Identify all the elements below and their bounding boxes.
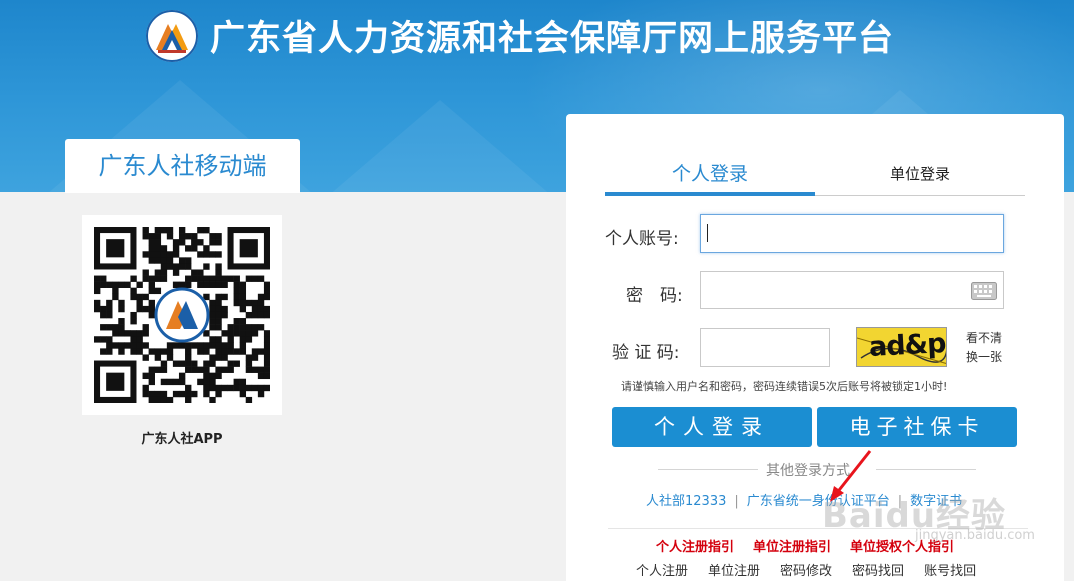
link-mohrss-12333[interactable]: 人社部12333 [646, 494, 726, 509]
guide-unit-register[interactable]: 单位注册指引 [753, 540, 831, 555]
captcha-label: 验 证 码: [612, 343, 680, 363]
account-label: 个人账号: [605, 229, 679, 249]
password-field[interactable] [700, 271, 1004, 309]
password-input[interactable] [701, 272, 1003, 308]
account-field[interactable] [700, 214, 1004, 253]
account-input[interactable] [701, 215, 1003, 252]
site-logo[interactable] [146, 10, 198, 62]
login-tabs: 个人登录 单位登录 [605, 158, 1025, 196]
captcha-input[interactable] [701, 329, 829, 366]
refresh-line-1: 看不清 [966, 331, 1003, 345]
link-separator: | [734, 494, 739, 509]
text-caret [707, 224, 708, 242]
app-label: 广东人社APP [141, 432, 223, 447]
refresh-captcha-link[interactable]: 看不清 换一张 [966, 329, 1010, 367]
captcha-image[interactable]: ad&p [856, 327, 947, 367]
divider-right [876, 469, 976, 470]
captcha-text: ad&p [868, 328, 947, 363]
banner-decoration [300, 100, 580, 192]
personal-login-button[interactable]: 个人登录 [612, 407, 812, 447]
link-account-recover[interactable]: 账号找回 [924, 564, 976, 579]
guide-personal-register[interactable]: 个人注册指引 [656, 540, 734, 555]
qr-code [82, 215, 282, 415]
link-password-change[interactable]: 密码修改 [780, 564, 832, 579]
qr-code-image [94, 227, 270, 403]
captcha-field[interactable] [700, 328, 830, 367]
tab-personal-login[interactable]: 个人登录 [605, 158, 815, 196]
watermark-subtext: jingyan.baidu.com [915, 528, 1035, 543]
link-personal-register[interactable]: 个人注册 [636, 564, 688, 579]
site-title: 广东省人力资源和社会保障厅网上服务平台 [210, 19, 895, 59]
tab-unit-login[interactable]: 单位登录 [815, 158, 1025, 196]
refresh-line-2: 换一张 [966, 350, 1003, 364]
keyboard-icon[interactable] [971, 282, 997, 300]
security-hint: 请谨慎输入用户名和密码，密码连续错误5次后账号将被锁定1小时! [621, 380, 948, 393]
divider-left [658, 469, 758, 470]
link-unit-register[interactable]: 单位注册 [708, 564, 760, 579]
link-password-recover[interactable]: 密码找回 [852, 564, 904, 579]
account-links: 个人注册 单位注册 密码修改 密码找回 账号找回 [636, 560, 996, 579]
logo-icon [146, 10, 198, 62]
password-label: 密 码: [626, 286, 683, 306]
mobile-tab: 广东人社移动端 [65, 139, 300, 193]
e-social-card-button[interactable]: 电子社保卡 [817, 407, 1017, 447]
